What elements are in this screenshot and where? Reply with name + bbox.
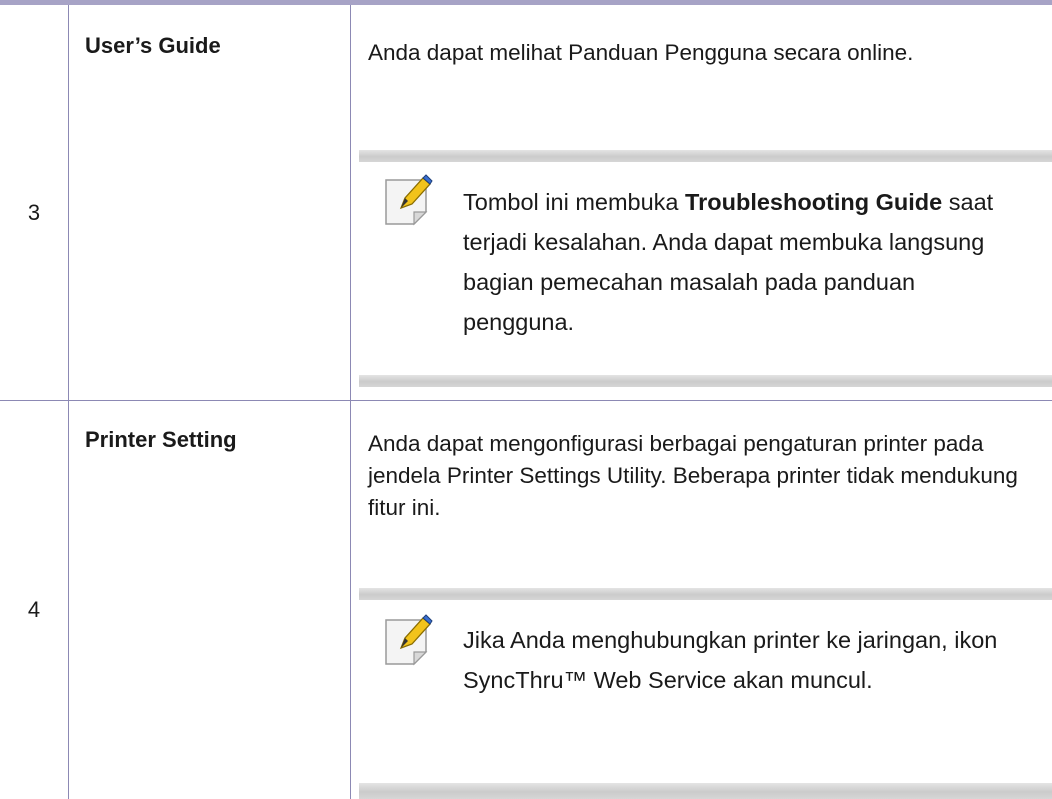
note-pencil-icon [385,614,433,666]
note-top-bar [359,588,1052,600]
row-number: 4 [27,597,41,622]
note-bottom-bar [359,783,1052,799]
row-divider [0,400,1052,401]
top-rule [0,0,1052,5]
note-bold-term: Troubleshooting Guide [685,189,943,215]
column-divider-2 [350,5,351,799]
note-text: Jika Anda menghubungkan printer ke jarin… [463,627,998,693]
column-divider-1 [68,5,69,799]
row-number: 3 [27,200,41,225]
row-name: User’s Guide [85,33,221,58]
row-name: Printer Setting [85,427,237,452]
note-top-bar [359,150,1052,162]
note-pencil-icon [385,174,433,226]
row-description: Anda dapat mengonfigurasi berbagai penga… [368,431,1018,520]
note-text: Tombol ini membuka Troubleshooting Guide… [463,189,994,335]
note-bottom-bar [359,375,1052,387]
row-description: Anda dapat melihat Panduan Pengguna seca… [368,40,914,65]
